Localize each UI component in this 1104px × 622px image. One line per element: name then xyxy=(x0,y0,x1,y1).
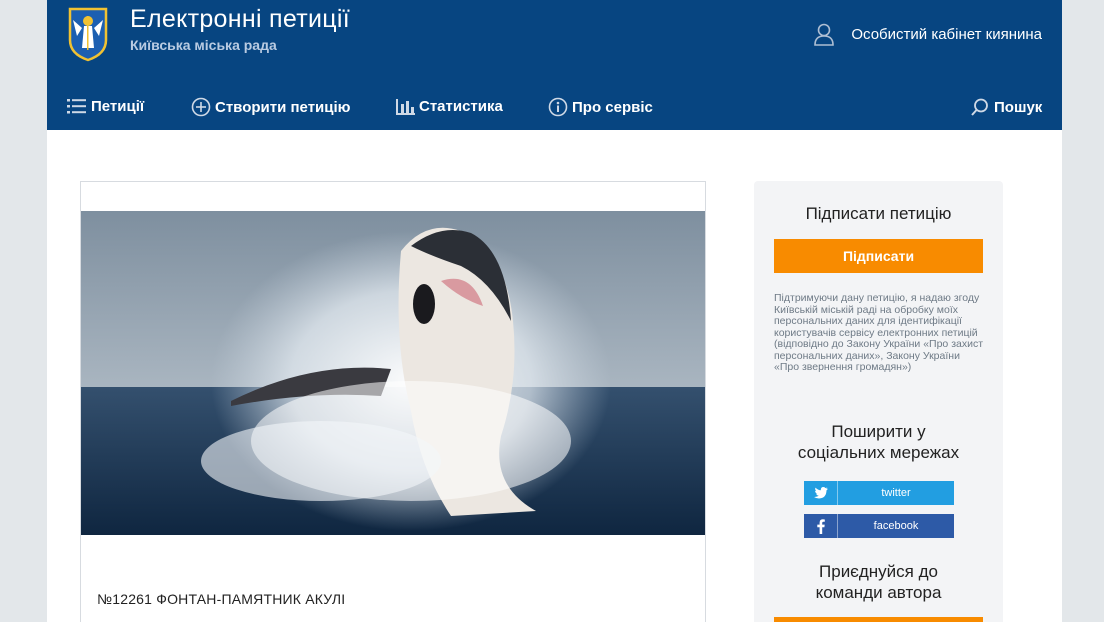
personal-account-link[interactable]: Особистий кабінет киянина xyxy=(813,22,1042,46)
nav-label-create-petition: Створити петицію xyxy=(215,98,351,116)
site-header: Електронні петиції Київська міська рада … xyxy=(47,0,1062,130)
nav-item-create-petition[interactable]: Створити петицію xyxy=(191,97,350,117)
share-twitter-button[interactable]: twitter xyxy=(804,481,954,505)
nav-label-statistics: Статистика xyxy=(419,97,503,115)
list-icon xyxy=(67,99,86,114)
nav-label-search: Пошук xyxy=(994,98,1043,116)
share-heading-line2: соціальних мережах xyxy=(797,443,960,462)
nav-label-about: Про сервіс xyxy=(572,98,653,116)
sign-petition-heading: Підписати петицію xyxy=(805,204,952,223)
main-nav: Петиції Створити петицію Статистика Про … xyxy=(47,90,1062,124)
page-frame: Електронні петиції Київська міська рада … xyxy=(47,0,1062,622)
share-facebook-button[interactable]: facebook xyxy=(804,514,954,538)
nav-item-about[interactable]: Про сервіс xyxy=(548,97,653,117)
plus-circle-icon xyxy=(191,97,211,117)
petition-card: №12261 ФОНТАН-ПАМЯТНИК АКУЛІ xyxy=(80,181,706,622)
personal-account-label: Особистий кабінет киянина xyxy=(851,25,1042,43)
nav-item-statistics[interactable]: Статистика xyxy=(395,97,503,115)
facebook-icon xyxy=(804,514,838,538)
share-heading: Поширити у соціальних мережах xyxy=(754,421,1003,463)
nav-item-search[interactable]: Пошук xyxy=(970,97,1042,117)
sign-petition-button[interactable]: Підписати xyxy=(774,239,983,273)
kyiv-coat-of-arms-logo[interactable] xyxy=(67,6,109,62)
user-icon xyxy=(814,23,835,46)
twitter-icon xyxy=(804,481,838,505)
site-subtitle: Київська міська рада xyxy=(130,37,277,53)
facebook-label: facebook xyxy=(873,520,919,532)
twitter-label: twitter xyxy=(881,487,911,499)
info-icon xyxy=(548,97,568,117)
join-team-button[interactable] xyxy=(774,617,983,622)
nav-item-petitions[interactable]: Петиції xyxy=(67,97,144,115)
share-heading-line1: Поширити у xyxy=(831,422,926,441)
bar-chart-icon xyxy=(396,99,415,115)
site-title[interactable]: Електронні петиції xyxy=(130,5,350,34)
join-heading-line1: Приєднуйся до xyxy=(819,562,938,581)
petition-image-shark xyxy=(81,211,705,535)
join-heading-line2: команди автора xyxy=(815,583,942,602)
search-icon xyxy=(971,98,988,116)
petition-sidebar: Підписати петицію Підписати Підтримуючи … xyxy=(754,181,1003,622)
nav-label-petitions: Петиції xyxy=(91,97,145,115)
consent-text: Підтримуючи дану петицію, я надаю згоду … xyxy=(774,292,984,373)
join-team-heading: Приєднуйся до команди автора xyxy=(754,561,1003,603)
petition-title: №12261 ФОНТАН-ПАМЯТНИК АКУЛІ xyxy=(97,591,346,607)
